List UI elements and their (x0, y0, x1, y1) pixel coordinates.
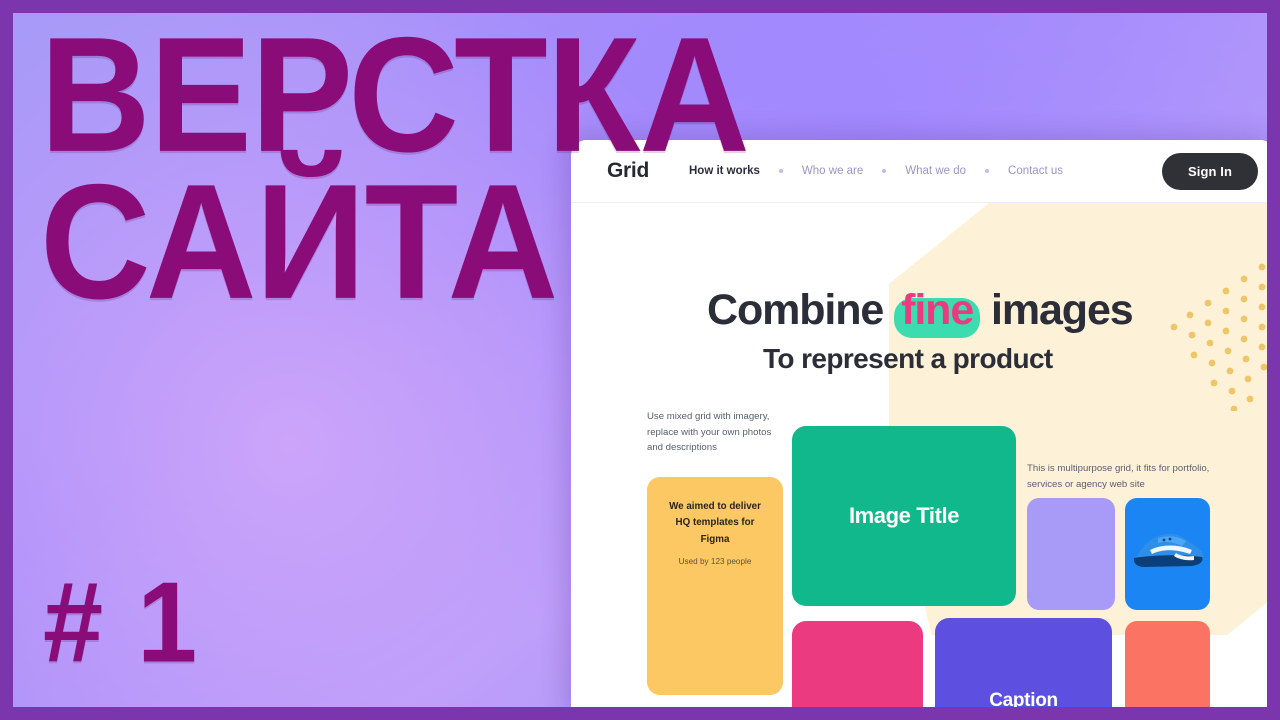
thumbnail-stage: Grid How it works Who we are What we do … (13, 13, 1267, 707)
card-orange-subtitle: Used by 123 people (678, 556, 752, 566)
card-indigo-label: Caption (989, 690, 1058, 707)
hero-heading-highlight: fine (894, 286, 980, 334)
nav-separator-dot (778, 169, 783, 173)
card-sneaker-image[interactable] (1125, 498, 1210, 610)
card-coral[interactable] (1125, 621, 1210, 707)
nav-link-what-we-do[interactable]: What we do (903, 161, 968, 181)
card-indigo-caption[interactable]: Caption (935, 618, 1112, 707)
site-navbar: Grid How it works Who we are What we do … (571, 140, 1267, 203)
card-orange-title: We aimed to deliver HQ templates for Fig… (669, 500, 761, 545)
nav-link-contact-us[interactable]: Contact us (1006, 161, 1065, 181)
browser-mockup: Grid How it works Who we are What we do … (571, 140, 1267, 707)
card-lavender[interactable] (1027, 498, 1115, 610)
episode-number: # 1 (43, 557, 200, 686)
sneaker-icon (1133, 533, 1203, 567)
grid-left-column: Use mixed grid with imagery, replace wit… (647, 409, 783, 695)
card-teal-image-title[interactable]: Image Title (792, 426, 1016, 606)
hero-section: Combine fine images To represent a produ… (571, 203, 1267, 707)
nav-link-who-we-are[interactable]: Who we are (800, 161, 865, 181)
dot-pattern-decoration (1170, 263, 1267, 411)
site-logo[interactable]: Grid (607, 159, 649, 183)
grid-left-note: Use mixed grid with imagery, replace wit… (647, 411, 772, 454)
nav-separator-dot (985, 169, 990, 173)
card-pink[interactable] (792, 621, 923, 707)
hero-subheading: To represent a product (763, 343, 1053, 374)
hero-heading-after: images (991, 286, 1134, 334)
nav-links: How it works Who we are What we do Conta… (687, 161, 1162, 181)
card-orange-figma[interactable]: We aimed to deliver HQ templates for Fig… (647, 476, 783, 695)
nav-link-how-it-works[interactable]: How it works (687, 161, 762, 181)
hero-heading-before: Combine (707, 286, 884, 334)
nav-separator-dot (882, 169, 887, 173)
grid-right-note: This is multipurpose grid, it fits for p… (1027, 463, 1210, 490)
thumbnail-canvas: Grid How it works Who we are What we do … (0, 0, 1280, 720)
hero-heading: Combine fine images (707, 286, 1134, 335)
sign-in-button[interactable]: Sign In (1161, 152, 1258, 190)
grid-right-column: This is multipurpose grid, it fits for p… (1027, 461, 1212, 492)
card-teal-label: Image Title (848, 503, 960, 528)
